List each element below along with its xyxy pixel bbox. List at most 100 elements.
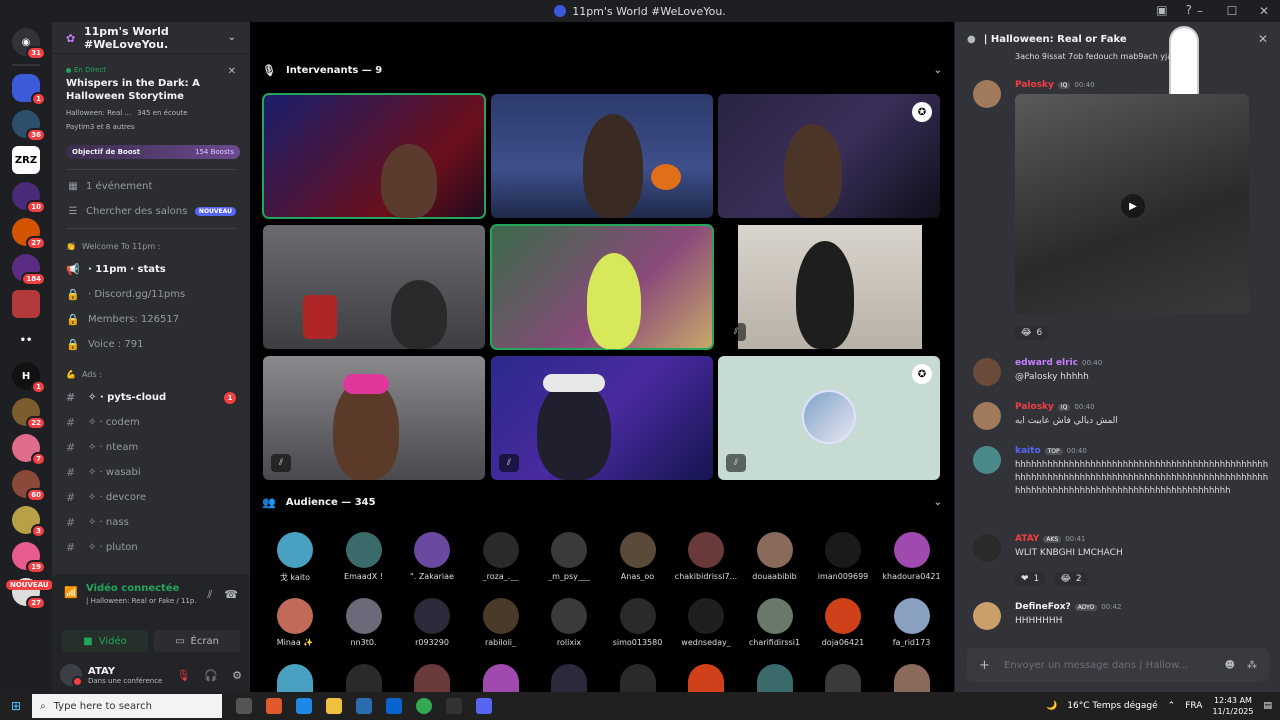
apps-icon[interactable]: ⁂ (1247, 660, 1257, 671)
speaker-tile[interactable]: ⫽ (491, 356, 713, 480)
server-11pm[interactable]: 1 (12, 74, 46, 106)
server-icon-6[interactable]: 184 (12, 254, 46, 286)
plus-icon[interactable]: + (979, 658, 990, 673)
audience-header[interactable]: 👥 Audience — 345 ⌄ (262, 496, 942, 509)
edge-icon[interactable] (296, 698, 312, 714)
channel-members[interactable]: 🔒 Members: 126517 (52, 307, 250, 332)
play-icon[interactable]: ▶ (1121, 194, 1145, 218)
avatar[interactable] (482, 664, 519, 692)
close-icon[interactable]: ✕ (1258, 32, 1268, 46)
audience-member[interactable]: Anas_oo (605, 532, 671, 581)
channel-stats[interactable]: 📢 · 11pm · stats (52, 257, 250, 282)
audience-member[interactable]: douaabibib (742, 532, 808, 581)
discord-icon[interactable] (476, 698, 492, 714)
avatar[interactable] (551, 664, 587, 692)
avatar[interactable] (893, 664, 930, 692)
server-icon-14[interactable]: 19 (12, 542, 46, 574)
weather-label[interactable]: 16°C Temps dégagé (1067, 701, 1157, 711)
speakers-header[interactable]: 🎙 Intervenants — 9 ⌄ (262, 64, 942, 77)
chrome-icon[interactable] (416, 698, 432, 714)
avatar[interactable] (482, 532, 519, 568)
audience-member[interactable]: rolixix (536, 598, 602, 647)
minimize-button[interactable]: – (1184, 4, 1216, 18)
avatar[interactable] (973, 534, 1001, 562)
avatar[interactable] (277, 532, 313, 568)
avatar[interactable] (414, 598, 450, 634)
store-icon[interactable] (356, 698, 372, 714)
notification-icon[interactable]: ▤ (1263, 701, 1272, 711)
audience-member[interactable]: doja06421 (810, 598, 876, 647)
avatar[interactable] (688, 664, 724, 692)
boost-goal-bar[interactable]: Objectif de Boost 154 Boosts (66, 145, 240, 159)
server-icon-12[interactable]: 60 (12, 470, 46, 502)
audience-member[interactable]: 戈 kaito (262, 532, 328, 583)
audience-member[interactable]: Minaa ✨ (262, 598, 328, 647)
audience-member[interactable]: iman009699 (810, 532, 876, 581)
avatar[interactable] (277, 598, 313, 634)
server-zrz[interactable]: ZRZ (12, 146, 40, 174)
speaker-tile[interactable] (491, 94, 713, 218)
task-view-icon[interactable] (236, 698, 252, 714)
outlook-icon[interactable] (386, 698, 402, 714)
server-icon-h[interactable]: H1 (12, 362, 46, 394)
copilot-icon[interactable] (266, 698, 282, 714)
audience-member[interactable]: _roza_.__ (468, 532, 534, 581)
explorer-icon[interactable] (326, 698, 342, 714)
maximize-button[interactable]: ☐ (1216, 4, 1248, 18)
avatar[interactable] (973, 446, 1001, 474)
server-icon-7[interactable] (12, 290, 40, 318)
channel-devcore[interactable]: # ✧ · devcore (52, 485, 250, 510)
audience-member[interactable]: r093290 (399, 598, 465, 647)
video-attachment[interactable]: ▶ (1015, 94, 1249, 314)
browse-channels-row[interactable]: ☰ Chercher des salons NOUVEAU (52, 199, 250, 224)
avatar[interactable] (825, 598, 861, 634)
windows-start-icon[interactable]: ⊞ (0, 699, 32, 713)
channel-pluton[interactable]: # ✧ · pluton (52, 535, 250, 560)
avatar[interactable] (414, 664, 450, 692)
headphones-icon[interactable]: 🎧 (204, 669, 218, 682)
channel-pyts-cloud[interactable]: # ✧ · pyts-cloud 1 (52, 385, 250, 410)
avatar[interactable] (973, 80, 1001, 108)
speaker-tile-no-video[interactable]: ✪ ⫽ (718, 356, 940, 480)
avatar[interactable] (973, 402, 1001, 430)
home-button[interactable]: ◉ 31 (12, 28, 46, 60)
audience-member[interactable]: _m_psy___ (536, 532, 602, 581)
avatar[interactable] (551, 532, 587, 568)
avatar[interactable] (345, 598, 382, 634)
channel-voice[interactable]: 🔒 Voice : 791 (52, 332, 250, 357)
mic-muted-icon[interactable]: 🎙 (176, 669, 190, 682)
speaker-tile[interactable]: ⫽ (263, 356, 485, 480)
speaker-tile[interactable] (490, 224, 714, 350)
avatar[interactable] (893, 532, 930, 568)
channel-nass[interactable]: # ✧ · nass (52, 510, 250, 535)
speaker-tile[interactable] (263, 225, 485, 349)
avatar[interactable] (973, 358, 1001, 386)
audience-member[interactable]: simo013580 (605, 598, 671, 647)
channel-nteam[interactable]: # ✧ · nteam (52, 435, 250, 460)
avatar[interactable] (825, 532, 861, 568)
avatar[interactable] (756, 532, 793, 568)
category-ads[interactable]: 💪 Ads : (52, 363, 250, 385)
audience-member[interactable]: EmaadX ! (331, 532, 397, 581)
guild-header[interactable]: ✿ 11pm's World #WeLoveYou. ⌄ (52, 22, 250, 54)
server-icon-8[interactable]: •• (12, 326, 40, 354)
avatar[interactable] (482, 598, 519, 634)
gear-icon[interactable]: ⚙ (232, 669, 242, 682)
audience-member[interactable]: nn3t0. (331, 598, 397, 647)
audience-member[interactable]: fa_rid173 (879, 598, 945, 647)
avatar[interactable] (756, 664, 793, 692)
server-icon-11[interactable]: 7 (12, 434, 46, 466)
noise-suppression-icon[interactable]: ⫽ (207, 588, 212, 602)
server-icon-13[interactable]: 3 (12, 506, 46, 538)
audience-member[interactable]: wednseday_ (673, 598, 739, 647)
taskbar-search[interactable]: ⌕ Type here to search (32, 694, 222, 718)
events-row[interactable]: ▦ 1 événement (52, 174, 250, 199)
category-welcome[interactable]: 👏 Welcome To 11pm : (52, 235, 250, 257)
avatar[interactable] (825, 664, 861, 692)
close-icon[interactable]: ✕ (228, 66, 236, 77)
server-icon-10[interactable]: 22 (12, 398, 46, 430)
avatar[interactable] (893, 598, 930, 634)
channel-wasabi[interactable]: # ✧ · wasabi (52, 460, 250, 485)
audience-member[interactable]: ". Zakariae (399, 532, 465, 581)
avatar[interactable] (414, 532, 450, 568)
